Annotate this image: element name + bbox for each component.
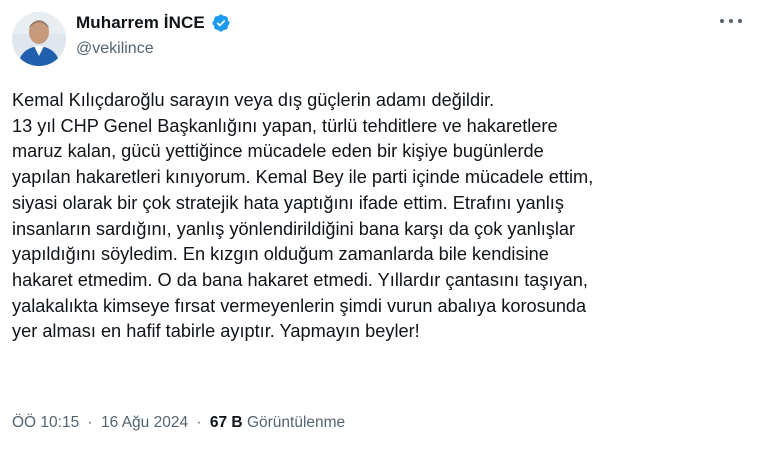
display-name[interactable]: Muharrem İNCE bbox=[76, 13, 205, 33]
verified-badge-icon bbox=[211, 13, 231, 33]
name-row: Muharrem İNCE bbox=[76, 12, 231, 34]
avatar[interactable] bbox=[12, 12, 66, 66]
tweet-date[interactable]: 16 Ağu 2024 bbox=[101, 414, 188, 431]
more-horizontal-icon[interactable] bbox=[720, 14, 742, 28]
views-count[interactable]: 67 B bbox=[210, 414, 243, 431]
tweet-line: maruz kalan, gücü yettiğince mücadele ed… bbox=[12, 141, 544, 162]
meta-separator: · bbox=[87, 414, 93, 431]
tweet-card: Muharrem İNCE @vekilince Kemal Kılıçdaro… bbox=[0, 0, 760, 460]
author-block: Muharrem İNCE @vekilince bbox=[76, 12, 231, 58]
tweet-line: 13 yıl CHP Genel Başkanlığını yapan, tür… bbox=[12, 115, 558, 136]
tweet-text: Kemal Kılıçdaroğlu sarayın veya dış güçl… bbox=[12, 88, 748, 345]
tweet-line: yer alması en hafif tabirle ayıptır. Yap… bbox=[12, 321, 420, 342]
tweet-line: siyasi olarak bir çok stratejik hata yap… bbox=[12, 192, 564, 213]
more-dot bbox=[738, 19, 742, 23]
views-label: Görüntülenme bbox=[246, 414, 346, 431]
tweet-line: yapılan hakaretleri kınıyorum. Kemal Bey… bbox=[12, 167, 594, 188]
tweet-line: Kemal Kılıçdaroğlu sarayın veya dış güçl… bbox=[12, 90, 495, 110]
tweet-meta: ÖÖ 10:15 · 16 Ağu 2024 · 67 B Görüntülen… bbox=[12, 414, 345, 432]
meta-separator: · bbox=[196, 414, 202, 431]
tweet-time[interactable]: ÖÖ 10:15 bbox=[12, 414, 79, 431]
more-dot bbox=[720, 19, 724, 23]
tweet-line: yalakalıkta kimseye fırsat vermeyenlerin… bbox=[12, 295, 587, 316]
more-dot bbox=[729, 19, 733, 23]
tweet-line: yapıldığını söyledim. En kızgın olduğum … bbox=[12, 244, 549, 265]
avatar-image bbox=[12, 12, 66, 66]
tweet-line: hakaret etmedim. O da bana hakaret etmed… bbox=[12, 269, 588, 290]
handle[interactable]: @vekilince bbox=[76, 40, 231, 58]
tweet-line: insanların sardığını, yanlış yönlendiril… bbox=[12, 218, 576, 239]
